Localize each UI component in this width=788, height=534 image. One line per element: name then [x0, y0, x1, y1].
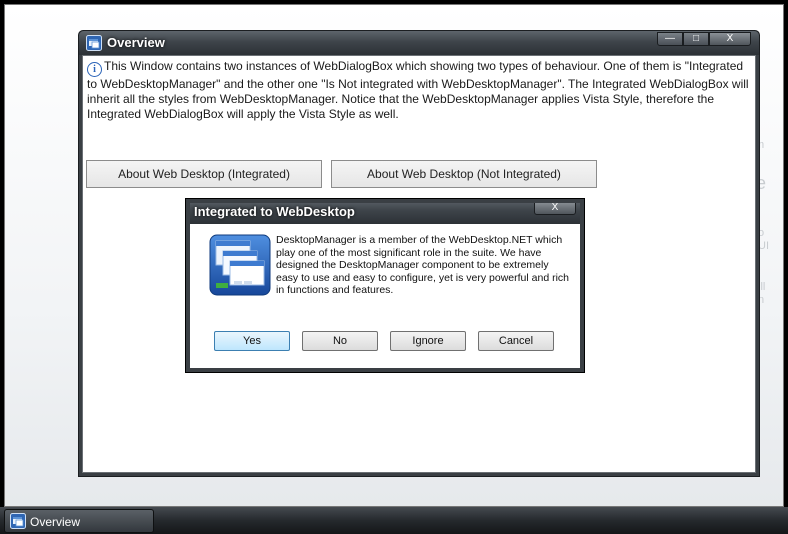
- window-title-bar[interactable]: Overview — □ X: [79, 31, 759, 55]
- cancel-button[interactable]: Cancel: [478, 331, 554, 351]
- dialog-message: DesktopManager is a member of the WebDes…: [276, 234, 569, 296]
- no-button[interactable]: No: [302, 331, 378, 351]
- dialog-title-bar[interactable]: Integrated to WebDesktop X: [186, 199, 584, 224]
- integrated-dialog: Integrated to WebDesktop X DesktopManage…: [185, 198, 585, 373]
- maximize-button[interactable]: □: [683, 32, 709, 46]
- info-icon: i: [87, 62, 102, 77]
- window-app-icon: [86, 35, 102, 51]
- taskbar: Overview: [0, 507, 788, 534]
- desktop-windows-icon: [209, 234, 271, 296]
- about-integrated-button[interactable]: About Web Desktop (Integrated): [86, 160, 322, 188]
- window-app-icon: [10, 513, 26, 529]
- dialog-close-button[interactable]: X: [534, 201, 576, 215]
- close-button[interactable]: X: [709, 32, 751, 46]
- dialog-body: DesktopManager is a member of the WebDes…: [190, 224, 580, 368]
- taskbar-item-label: Overview: [30, 515, 81, 529]
- description-text: i This Window contains two instances of W…: [87, 59, 749, 122]
- about-not-integrated-button[interactable]: About Web Desktop (Not Integrated): [331, 160, 597, 188]
- taskbar-item-overview[interactable]: Overview: [4, 509, 154, 533]
- window-title: Overview: [107, 35, 165, 50]
- description-body: This Window contains two instances of We…: [87, 59, 749, 121]
- yes-button[interactable]: Yes: [214, 331, 290, 351]
- dialog-title: Integrated to WebDesktop: [194, 204, 355, 219]
- minimize-button[interactable]: —: [657, 32, 683, 46]
- ignore-button[interactable]: Ignore: [390, 331, 466, 351]
